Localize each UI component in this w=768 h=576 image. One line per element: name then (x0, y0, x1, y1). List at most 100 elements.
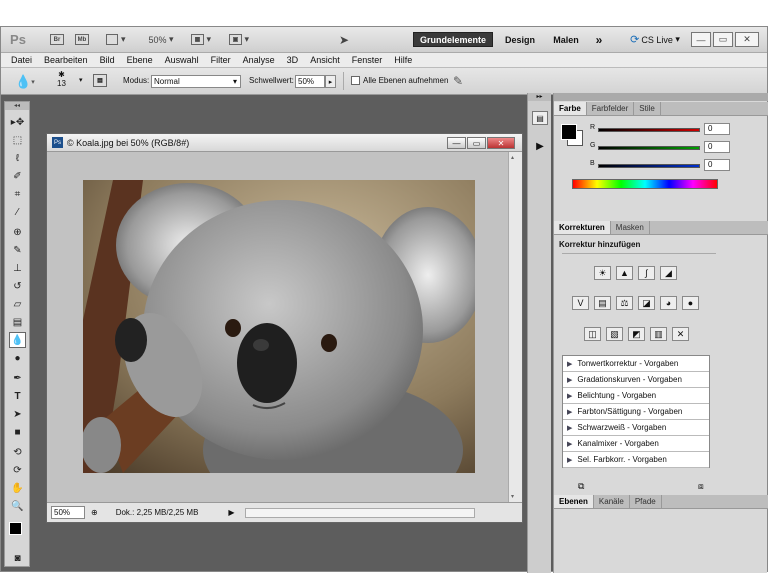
color-spectrum-bar[interactable] (572, 179, 718, 189)
more-workspaces-button[interactable]: » (591, 32, 607, 47)
brush-picker[interactable]: ✱ 13 (57, 70, 66, 88)
hue-saturation-icon[interactable]: ▤ (594, 296, 611, 310)
eyedropper-tool-icon[interactable]: ⁄ (9, 204, 26, 220)
marquee-tool-icon[interactable]: ⬚ (9, 132, 26, 148)
preset-item[interactable]: ▶ Belichtung - Vorgaben (563, 388, 709, 404)
gradient-tool-icon[interactable]: ▤ (9, 314, 26, 330)
preset-item[interactable]: ▶ Kanalmixer - Vorgaben (563, 436, 709, 452)
history-brush-tool-icon[interactable]: ↺ (9, 278, 26, 294)
eraser-tool-icon[interactable]: ▱ (9, 296, 26, 312)
red-value[interactable]: 0 (704, 123, 730, 135)
3d-rotate-tool-icon[interactable]: ⟲ (9, 444, 26, 460)
color-panel-foreground-swatch[interactable] (561, 124, 577, 140)
hand-tool-icon[interactable]: ✋ (9, 480, 26, 496)
workspace-malen[interactable]: Malen (545, 32, 587, 47)
3d-orbit-tool-icon[interactable]: ⟳ (9, 462, 26, 478)
zoom-tool-icon[interactable]: 🔍 (9, 498, 26, 514)
preset-item[interactable]: ▶ Sel. Farbkorr. - Vorgaben (563, 452, 709, 468)
menu-auswahl[interactable]: Auswahl (165, 55, 199, 65)
tab-korrekturen[interactable]: Korrekturen (554, 221, 611, 234)
healing-brush-tool-icon[interactable]: ⊕ (9, 224, 26, 240)
menu-ebene[interactable]: Ebene (127, 55, 153, 65)
curves-icon[interactable]: ∫ (638, 266, 655, 280)
preset-item[interactable]: ▶ Schwarzweiß - Vorgaben (563, 420, 709, 436)
black-white-icon[interactable]: ◪ (638, 296, 655, 310)
color-balance-icon[interactable]: ⚖ (616, 296, 633, 310)
history-panel-icon[interactable]: ▤ (532, 111, 548, 125)
lasso-tool-icon[interactable]: ℓ (9, 150, 26, 166)
menu-bild[interactable]: Bild (100, 55, 115, 65)
clip-to-layer-icon[interactable]: ⧉ (578, 481, 584, 492)
threshold-input[interactable]: 50% (295, 75, 325, 88)
blue-value[interactable]: 0 (704, 159, 730, 171)
all-layers-option[interactable]: Alle Ebenen aufnehmen (351, 76, 448, 85)
collapse-icon[interactable]: ◂◂ (5, 102, 29, 110)
maximize-button[interactable]: ▭ (713, 32, 733, 47)
status-zoom-field[interactable]: 50% (51, 506, 85, 519)
koala-image[interactable] (83, 180, 475, 473)
minimize-button[interactable]: — (691, 32, 711, 47)
pen-tool-icon[interactable]: ✒ (9, 370, 26, 386)
brightness-contrast-icon[interactable]: ☀ (594, 266, 611, 280)
invert-icon[interactable]: ◫ (584, 327, 601, 341)
menu-3d[interactable]: 3D (287, 55, 299, 65)
green-value[interactable]: 0 (704, 141, 730, 153)
scroll-down-icon[interactable]: ▾ (511, 493, 514, 500)
adjustment-options-icon[interactable]: ⧈ (698, 481, 704, 492)
blue-slider[interactable] (598, 164, 700, 168)
tab-farbfelder[interactable]: Farbfelder (587, 102, 635, 115)
exposure-icon[interactable]: ◢ (660, 266, 677, 280)
vibrance-icon[interactable]: V (572, 296, 589, 310)
dodge-tool-icon[interactable]: ● (9, 350, 26, 366)
red-slider[interactable] (598, 128, 700, 132)
brush-tool-icon[interactable]: ✎ (9, 242, 26, 258)
preset-item[interactable]: ▶ Tonwertkorrektur - Vorgaben (563, 356, 709, 372)
photo-filter-icon[interactable]: ◕ (660, 296, 677, 310)
brush-panel-icon[interactable]: ▤ (93, 74, 107, 87)
actions-panel-icon[interactable]: ▶ (532, 139, 548, 153)
threshold-slider-arrow-icon[interactable]: ▸ (325, 75, 336, 88)
menu-fenster[interactable]: Fenster (352, 55, 383, 65)
channel-mixer-icon[interactable]: ● (682, 296, 699, 310)
move-tool-icon[interactable]: ▸✥ (9, 114, 26, 130)
green-slider[interactable] (598, 146, 700, 150)
tab-ebenen[interactable]: Ebenen (554, 495, 594, 508)
path-selection-tool-icon[interactable]: ➤ (9, 406, 26, 422)
menu-ansicht[interactable]: Ansicht (310, 55, 340, 65)
mode-select[interactable]: Normal ▾ (151, 75, 241, 88)
brush-dropdown-arrow-icon[interactable]: ▾ (79, 76, 83, 84)
gradient-map-icon[interactable]: ▥ (650, 327, 667, 341)
blur-tool-preset-icon[interactable]: 💧 ▾ (15, 74, 35, 90)
tab-farbe[interactable]: Farbe (554, 102, 587, 115)
posterize-icon[interactable]: ▧ (606, 327, 623, 341)
scroll-up-icon[interactable]: ▴ (511, 154, 514, 161)
doc-close-button[interactable]: ✕ (487, 137, 515, 149)
workspace-design[interactable]: Design (499, 32, 541, 47)
threshold-icon[interactable]: ◩ (628, 327, 645, 341)
zoom-dropdown[interactable]: 50% ▾ (143, 32, 179, 47)
screen-mode-icon[interactable]: ▣ ▾ (225, 32, 253, 47)
tab-stile[interactable]: Stile (634, 102, 661, 115)
dock-expand-icon[interactable]: ▸▸ (528, 93, 551, 101)
workspace-grundelemente[interactable]: Grundelemente (413, 32, 493, 47)
menu-datei[interactable]: Datei (11, 55, 32, 65)
menu-hilfe[interactable]: Hilfe (394, 55, 412, 65)
preset-item[interactable]: ▶ Gradationskurven - Vorgaben (563, 372, 709, 388)
status-menu-arrow-icon[interactable]: ▶ (228, 508, 234, 517)
vertical-scrollbar[interactable]: ▴ ▾ (508, 152, 522, 502)
selective-color-icon[interactable]: ✕ (672, 327, 689, 341)
doc-minimize-button[interactable]: — (447, 137, 466, 149)
crop-tool-icon[interactable]: ⌗ (9, 186, 26, 202)
menu-bearbeiten[interactable]: Bearbeiten (44, 55, 88, 65)
foreground-color-swatch[interactable] (9, 522, 22, 535)
blur-tool-icon[interactable]: 💧 (9, 332, 26, 348)
tab-masken[interactable]: Masken (611, 221, 650, 234)
quick-mask-icon[interactable]: ◙ (9, 550, 26, 566)
bridge-icon[interactable]: Br (49, 32, 65, 47)
tab-pfade[interactable]: Pfade (630, 495, 662, 508)
quick-selection-tool-icon[interactable]: ✐ (9, 168, 26, 184)
levels-icon[interactable]: ▲ (616, 266, 633, 280)
minibridge-icon[interactable]: Mb (74, 32, 90, 47)
horizontal-scrollbar[interactable] (244, 507, 475, 518)
menu-analyse[interactable]: Analyse (243, 55, 275, 65)
